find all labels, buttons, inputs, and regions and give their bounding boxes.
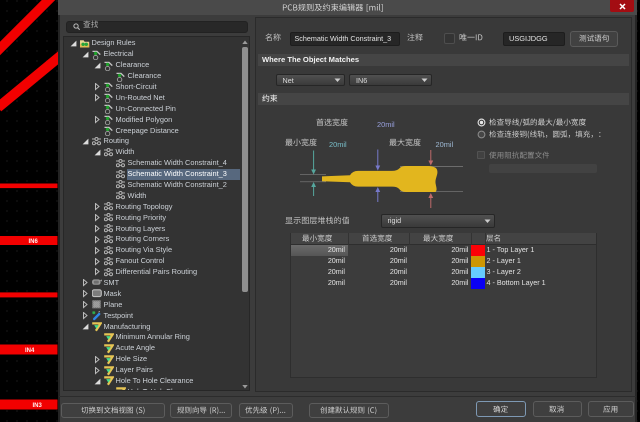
- svg-text:IN6: IN6: [29, 239, 39, 245]
- svg-text:IN4: IN4: [25, 348, 35, 354]
- svg-text:IN3: IN3: [33, 403, 43, 409]
